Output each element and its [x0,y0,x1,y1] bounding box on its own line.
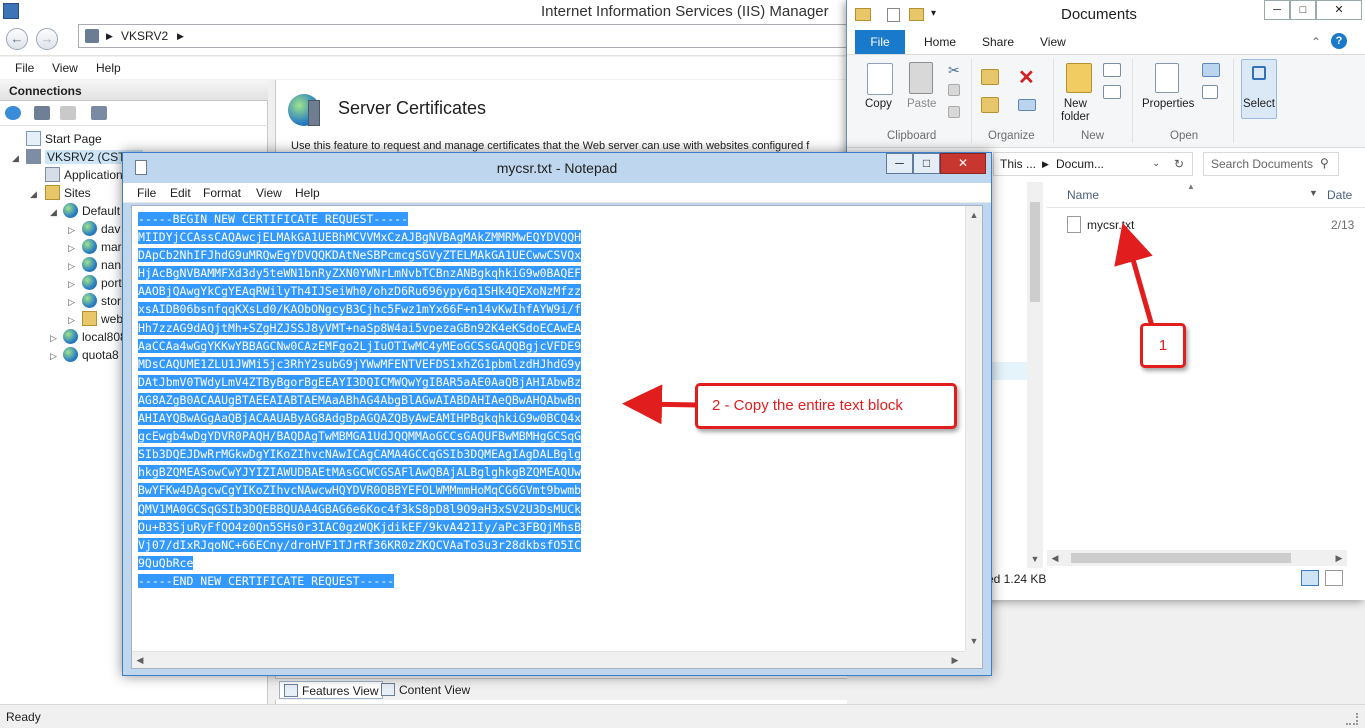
arrow-to-file [1114,222,1155,327]
callout-step-1: 1 [1140,323,1186,368]
callout-step-2: 2 - Copy the entire text block [695,383,957,429]
arrow-to-text-block [622,384,699,425]
